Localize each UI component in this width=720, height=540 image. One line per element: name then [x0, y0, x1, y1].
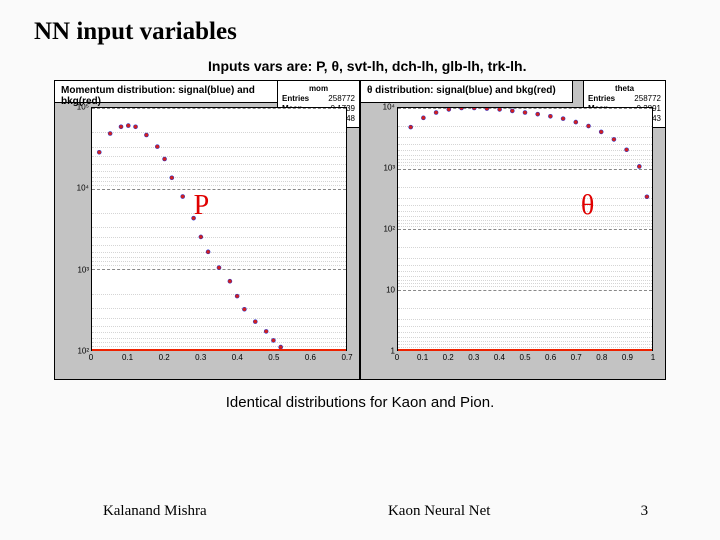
- plot-title: Momentum distribution: signal(blue) and …: [55, 81, 281, 103]
- variable-letter: P: [194, 190, 210, 222]
- data-curve: [92, 108, 346, 362]
- plot-row: Momentum distribution: signal(blue) and …: [0, 80, 720, 380]
- caption-text: Identical distributions for Kaon and Pio…: [0, 380, 720, 411]
- plot-canvas: θ: [397, 107, 653, 351]
- plot-momentum: Momentum distribution: signal(blue) and …: [54, 80, 360, 380]
- data-curve: [398, 108, 652, 362]
- plot-canvas: P: [91, 107, 347, 351]
- variable-letter: θ: [581, 190, 594, 222]
- plot-theta: θ distribution: signal(blue) and bkg(red…: [360, 80, 666, 380]
- stats-name: mom: [282, 84, 355, 94]
- footer-author: Kalanand Mishra: [0, 503, 310, 520]
- x-axis-line: [398, 349, 652, 351]
- page-title: NN input variables: [0, 0, 720, 46]
- y-axis-ticks: 10⁴10³10²101: [371, 107, 395, 351]
- footer-topic: Kaon Neural Net: [310, 503, 569, 520]
- stats-name: theta: [588, 84, 661, 94]
- inputs-list-line: Inputs vars are: P, θ, svt-lh, dch-lh, g…: [0, 46, 720, 80]
- y-axis-ticks: 10⁵10⁴10³10²: [65, 107, 89, 351]
- footer-page: 3: [569, 503, 720, 520]
- x-axis-line: [92, 349, 346, 351]
- plot-title: θ distribution: signal(blue) and bkg(red…: [361, 81, 573, 103]
- slide-footer: Kalanand Mishra Kaon Neural Net 3: [0, 503, 720, 520]
